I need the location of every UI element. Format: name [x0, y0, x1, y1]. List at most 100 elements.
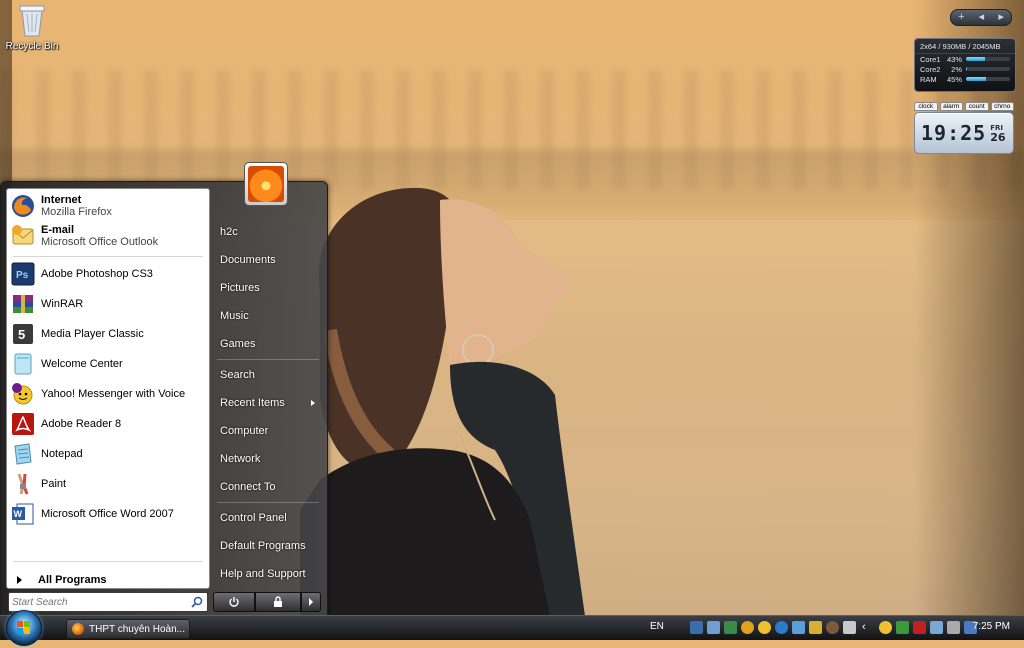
user-picture[interactable] — [244, 162, 288, 206]
menu-item-recent-items[interactable]: Recent Items — [213, 389, 325, 417]
app-icon[interactable] — [826, 621, 839, 634]
program-label: Notepad — [41, 448, 83, 460]
cpu-row-name: RAM — [920, 74, 937, 84]
flag-icon[interactable] — [896, 621, 909, 634]
menu-item-pictures[interactable]: Pictures — [213, 274, 325, 302]
paint-icon — [17, 473, 29, 495]
messenger-icon[interactable] — [758, 621, 771, 634]
program-label: Adobe Photoshop CS3 — [41, 268, 153, 280]
recent-program-winrar[interactable]: WinRAR — [11, 290, 205, 318]
winrar-icon — [13, 295, 33, 313]
menu-item-network[interactable]: Network — [213, 445, 325, 473]
cpu-meter-header: 2x64 / 930MB / 2045MB — [915, 39, 1015, 54]
taskbar-window-button[interactable]: THPT chuyên Hoàn... — [66, 619, 190, 639]
network-icon[interactable] — [930, 621, 943, 634]
notepad-icon[interactable] — [843, 621, 856, 634]
add-gadget-button[interactable]: + — [958, 11, 964, 24]
firefox-icon — [12, 195, 34, 217]
tab-chrono[interactable]: chrno — [990, 102, 1014, 111]
firefox-icon — [72, 623, 84, 635]
internet-explorer-icon[interactable] — [775, 621, 788, 634]
recent-program-notepad[interactable]: Notepad — [11, 440, 205, 468]
wallpaper-right-shade — [914, 0, 1024, 616]
menu-item-help-support[interactable]: Help and Support — [213, 560, 325, 588]
media-icon[interactable] — [792, 621, 805, 634]
antivirus-icon[interactable] — [913, 621, 926, 634]
shutdown-options-button[interactable] — [301, 592, 321, 612]
search-icon[interactable] — [191, 596, 203, 608]
start-button[interactable] — [6, 610, 42, 646]
flower-icon — [248, 166, 284, 202]
lock-button[interactable] — [255, 592, 301, 612]
media-player-icon: 5 — [13, 324, 33, 344]
chevron-right-icon — [17, 576, 22, 584]
cpu-row-bar — [966, 67, 1010, 71]
lock-icon — [274, 596, 282, 607]
pinned-email[interactable]: E-mail Microsoft Office Outlook — [11, 222, 205, 250]
menu-item-search[interactable]: Search — [213, 361, 325, 389]
recent-program-welcome-center[interactable]: Welcome Center — [11, 350, 205, 378]
menu-item-user[interactable]: h2c — [213, 218, 325, 246]
menu-item-default-programs[interactable]: Default Programs — [213, 532, 325, 560]
pinned-internet[interactable]: Internet Mozilla Firefox — [11, 192, 205, 220]
clock-face: 19:25 FRI 26 — [914, 112, 1014, 154]
recycle-bin-label: Recycle Bin — [5, 41, 59, 52]
volume-icon[interactable] — [947, 621, 960, 634]
next-gadget-button[interactable]: ▸ — [998, 11, 1004, 24]
divider — [13, 256, 203, 257]
prev-gadget-button[interactable]: ◂ — [979, 11, 985, 24]
recent-program-media-player[interactable]: 5 Media Player Classic — [11, 320, 205, 348]
recent-program-paint[interactable]: Paint — [11, 470, 205, 498]
cpu-row-bar — [966, 57, 1010, 61]
word-icon: W — [12, 503, 34, 525]
taskbar: THPT chuyên Hoàn... EN ‹ 7:25 PM — [0, 610, 1024, 646]
show-desktop-icon[interactable] — [690, 621, 703, 634]
yahoo-icon[interactable] — [741, 621, 754, 634]
recent-program-photoshop[interactable]: Ps Adobe Photoshop CS3 — [11, 260, 205, 288]
tab-alarm[interactable]: alarm — [939, 102, 963, 111]
clock-tabs: clock alarm count chrno — [914, 102, 1014, 111]
programs-pane: Internet Mozilla Firefox E-mail Microsoft … — [6, 188, 210, 589]
taskbar-window-title: THPT chuyên Hoàn... — [89, 623, 185, 635]
svg-text:W: W — [14, 509, 23, 519]
language-indicator[interactable]: EN — [650, 621, 664, 632]
recent-program-word[interactable]: W Microsoft Office Word 2007 — [11, 500, 205, 528]
all-programs-button[interactable]: All Programs — [13, 571, 106, 589]
recent-program-adobe-reader[interactable]: Adobe Reader 8 — [11, 410, 205, 438]
yahoo-messenger-icon — [12, 383, 33, 405]
start-search-input[interactable] — [9, 595, 191, 609]
recycle-bin[interactable]: Recycle Bin — [4, 2, 60, 52]
menu-item-music[interactable]: Music — [213, 302, 325, 330]
chevron-left-icon[interactable]: ‹ — [862, 621, 875, 634]
switch-windows-icon[interactable] — [707, 621, 720, 634]
menu-item-games[interactable]: Games — [213, 330, 325, 358]
program-label: Paint — [41, 478, 67, 490]
divider — [13, 561, 203, 562]
cpu-meter-gadget[interactable]: 2x64 / 930MB / 2045MB Core1 43% Core2 2%… — [914, 38, 1016, 92]
messenger-tray-icon[interactable] — [879, 621, 892, 634]
menu-item-computer[interactable]: Computer — [213, 417, 325, 445]
notepad-icon — [14, 443, 32, 465]
svg-text:Ps: Ps — [16, 270, 29, 281]
cpu-row: Core1 43% — [915, 54, 1015, 64]
menu-item-control-panel[interactable]: Control Panel — [213, 504, 325, 532]
power-icon — [229, 597, 239, 607]
menu-item-connect-to[interactable]: Connect To — [213, 473, 325, 501]
clock-day: FRI 26 — [990, 124, 1006, 144]
sidebar-controls: + ◂ ▸ — [950, 9, 1012, 26]
divider — [217, 502, 319, 503]
program-label: Welcome Center — [41, 358, 123, 370]
power-button[interactable] — [213, 592, 255, 612]
clock-gadget[interactable]: clock alarm count chrno 19:25 FRI 26 — [914, 102, 1014, 154]
tab-count[interactable]: count — [965, 102, 989, 111]
ie-icon[interactable] — [724, 621, 737, 634]
tab-clock[interactable]: clock — [914, 102, 938, 111]
menu-item-documents[interactable]: Documents — [213, 246, 325, 274]
cpu-row-name: Core1 — [920, 54, 941, 64]
start-search-box[interactable] — [8, 592, 208, 612]
recent-program-yahoo-messenger[interactable]: Yahoo! Messenger with Voice — [11, 380, 205, 408]
program-label: Yahoo! Messenger with Voice — [41, 388, 186, 400]
folder-icon[interactable] — [809, 621, 822, 634]
taskbar-clock[interactable]: 7:25 PM — [973, 621, 1010, 632]
clock-day-number: 26 — [990, 131, 1006, 144]
